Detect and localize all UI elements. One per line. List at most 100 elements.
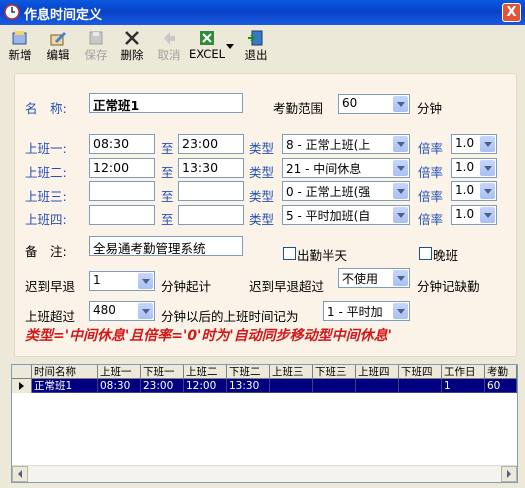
table-cell[interactable]: 1 bbox=[442, 379, 485, 393]
over-unit: 分钟记缺勤 bbox=[417, 279, 480, 294]
table-cell[interactable]: 23:00 bbox=[141, 379, 184, 393]
half-day-checkbox[interactable] bbox=[283, 247, 296, 260]
over-select[interactable]: 不使用 bbox=[338, 268, 410, 288]
shift-end-input[interactable] bbox=[178, 205, 244, 225]
shift-label: 上班二: bbox=[25, 165, 67, 180]
table-cell[interactable]: 正常班1 bbox=[32, 379, 98, 393]
late-value: 1 bbox=[93, 273, 101, 287]
late-unit: 分钟起计 bbox=[161, 279, 212, 294]
table-cell[interactable]: 13:30 bbox=[227, 379, 270, 393]
scroll-right-button[interactable] bbox=[501, 466, 517, 482]
half-day-label: 出勤半天 bbox=[297, 248, 348, 263]
column-header[interactable]: 时间名称 bbox=[32, 365, 98, 379]
shift-type-select[interactable]: 21 - 中间休息 bbox=[282, 158, 410, 178]
shift-label: 上班四: bbox=[25, 212, 67, 227]
column-header[interactable]: 下班三 bbox=[313, 365, 356, 379]
column-header[interactable]: 上班四 bbox=[356, 365, 399, 379]
chevron-down-icon[interactable] bbox=[393, 303, 408, 319]
shift-table[interactable]: 时间名称 上班一 下班一 上班二 下班二 上班三 下班三 上班四 下班四 工作日… bbox=[11, 364, 518, 483]
rate-select[interactable]: 1.0 bbox=[451, 134, 497, 154]
column-header[interactable]: 上班一 bbox=[98, 365, 141, 379]
name-label: 名 称: bbox=[25, 101, 67, 116]
shift-start-input[interactable] bbox=[89, 181, 155, 201]
chevron-down-icon[interactable] bbox=[393, 207, 408, 223]
exit-button[interactable]: 退出 bbox=[242, 29, 270, 63]
shift-start-input[interactable]: 12:00 bbox=[89, 158, 155, 178]
save-button[interactable]: 保存 bbox=[82, 29, 110, 63]
shift-end-input[interactable]: 13:30 bbox=[178, 158, 244, 178]
edit-icon bbox=[50, 32, 66, 46]
chevron-down-icon[interactable] bbox=[393, 270, 408, 286]
cancel-icon bbox=[164, 32, 175, 45]
table-cell[interactable] bbox=[313, 379, 356, 393]
late-select[interactable]: 1 bbox=[89, 271, 155, 291]
chevron-down-icon bbox=[226, 44, 234, 49]
table-cell[interactable]: 12:00 bbox=[184, 379, 227, 393]
rate-select[interactable]: 1.0 bbox=[451, 205, 497, 225]
rate-label: 倍率 bbox=[418, 141, 444, 156]
shift-type-select[interactable]: 0 - 正常上班(强 bbox=[282, 181, 410, 201]
save-button-label: 保存 bbox=[84, 48, 108, 62]
chevron-down-icon[interactable] bbox=[480, 160, 495, 176]
shift-end-input[interactable] bbox=[178, 181, 244, 201]
column-header[interactable]: 下班二 bbox=[227, 365, 270, 379]
row-indicator[interactable] bbox=[12, 379, 32, 393]
rate-select[interactable]: 1.0 bbox=[451, 181, 497, 201]
excel-dropdown-arrow[interactable] bbox=[226, 39, 234, 53]
table-row[interactable]: 正常班1 08:30 23:00 12:00 13:30 1 60 bbox=[32, 379, 517, 393]
table-cell[interactable] bbox=[356, 379, 399, 393]
delete-button-label: 删除 bbox=[120, 48, 144, 62]
save-icon bbox=[89, 31, 103, 45]
cancel-button-label: 取消 bbox=[157, 48, 181, 62]
table-cell[interactable] bbox=[399, 379, 442, 393]
new-button[interactable]: 新增 bbox=[6, 29, 34, 63]
delete-button[interactable]: 删除 bbox=[118, 29, 146, 63]
shift-over-value: 480 bbox=[93, 303, 116, 317]
name-input[interactable]: 正常班1 bbox=[89, 93, 243, 113]
table-cell[interactable] bbox=[270, 379, 313, 393]
excel-button[interactable]: EXCEL bbox=[189, 29, 225, 61]
rate-value: 1.0 bbox=[455, 136, 475, 150]
close-button[interactable]: X bbox=[502, 3, 521, 22]
night-shift-checkbox[interactable] bbox=[419, 247, 432, 260]
chevron-down-icon[interactable] bbox=[480, 207, 495, 223]
column-header[interactable]: 考勤 bbox=[485, 365, 517, 379]
shift-over-type-select[interactable]: 1 - 平时加 bbox=[323, 301, 410, 321]
table-cell[interactable]: 08:30 bbox=[98, 379, 141, 393]
column-header[interactable]: 工作日 bbox=[442, 365, 485, 379]
shift-type-value: 5 - 平时加班(自 bbox=[286, 209, 371, 223]
shift-type-select[interactable]: 8 - 正常上班(上 bbox=[282, 134, 410, 154]
shift-over-select[interactable]: 480 bbox=[89, 301, 155, 321]
chevron-down-icon[interactable] bbox=[138, 273, 153, 289]
column-header[interactable]: 上班二 bbox=[184, 365, 227, 379]
shift-type-select[interactable]: 5 - 平时加班(自 bbox=[282, 205, 410, 225]
note-input[interactable]: 全易通考勤管理系统 bbox=[89, 236, 243, 256]
current-row-arrow-icon bbox=[19, 382, 24, 390]
chevron-down-icon[interactable] bbox=[393, 183, 408, 199]
title-bar[interactable]: 作息时间定义 X bbox=[0, 0, 525, 25]
table-cell[interactable]: 60 bbox=[485, 379, 517, 393]
shift-start-input[interactable] bbox=[89, 205, 155, 225]
column-header[interactable]: 下班四 bbox=[399, 365, 442, 379]
edit-button[interactable]: 编辑 bbox=[44, 29, 72, 63]
column-header[interactable]: 上班三 bbox=[270, 365, 313, 379]
scroll-left-button[interactable] bbox=[12, 466, 28, 482]
rate-label: 倍率 bbox=[418, 212, 444, 227]
range-select[interactable]: 60 bbox=[338, 94, 410, 114]
cancel-button[interactable]: 取消 bbox=[155, 29, 183, 63]
shift-start-input[interactable]: 08:30 bbox=[89, 134, 155, 154]
late-label: 迟到早退 bbox=[25, 279, 76, 294]
chevron-down-icon[interactable] bbox=[480, 136, 495, 152]
chevron-down-icon[interactable] bbox=[480, 183, 495, 199]
chevron-down-icon[interactable] bbox=[393, 96, 408, 112]
horizontal-scrollbar[interactable] bbox=[12, 465, 517, 482]
column-header[interactable]: 下班一 bbox=[141, 365, 184, 379]
chevron-down-icon[interactable] bbox=[138, 303, 153, 319]
rate-value: 1.0 bbox=[455, 207, 475, 221]
shift-end-input[interactable]: 23:00 bbox=[178, 134, 244, 154]
rate-label: 倍率 bbox=[418, 189, 444, 204]
type-label: 类型 bbox=[249, 189, 275, 204]
rate-select[interactable]: 1.0 bbox=[451, 158, 497, 178]
chevron-down-icon[interactable] bbox=[393, 136, 408, 152]
chevron-down-icon[interactable] bbox=[393, 160, 408, 176]
